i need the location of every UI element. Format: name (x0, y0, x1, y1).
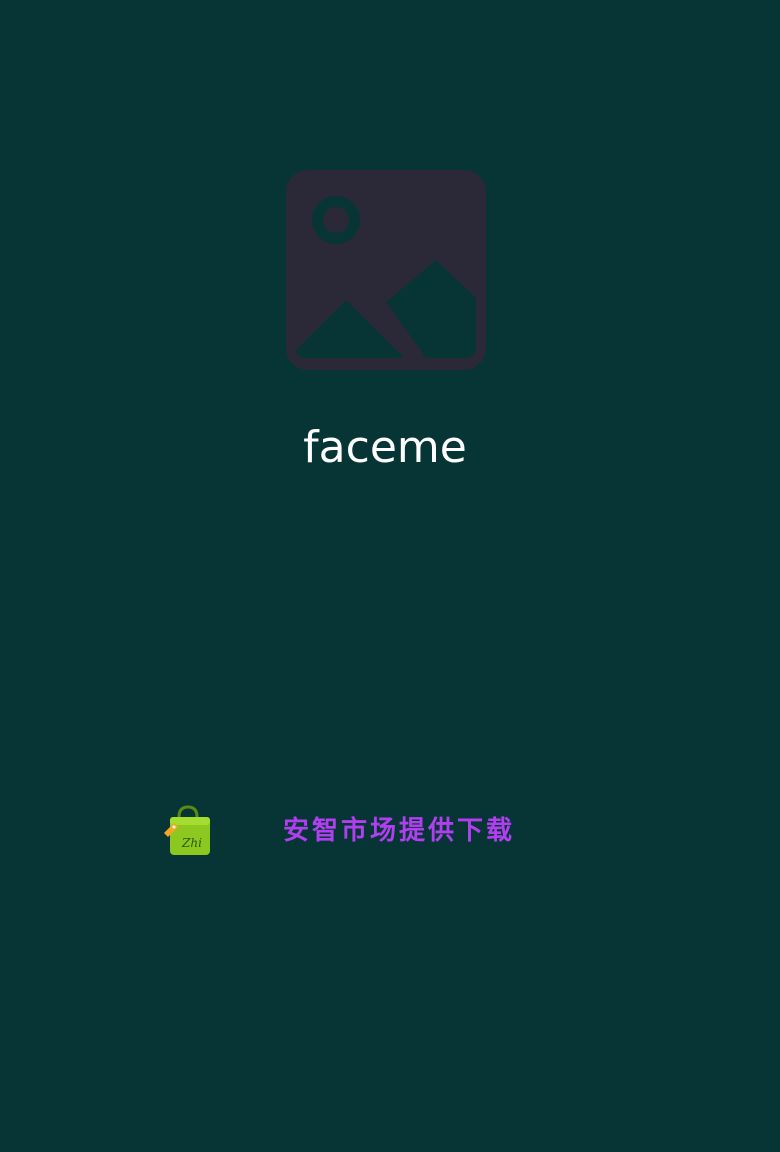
splash-screen: faceme Zhi 安智市场提供下载 (0, 0, 780, 1152)
market-download-banner: Zhi 安智市场提供下载 (0, 800, 780, 860)
image-placeholder-icon (286, 170, 486, 370)
market-logo-text: Zhi (181, 836, 202, 850)
market-download-text: 安智市场提供下载 (283, 816, 516, 846)
app-name: faceme (303, 422, 467, 473)
shopping-bag-icon: Zhi (164, 805, 210, 855)
